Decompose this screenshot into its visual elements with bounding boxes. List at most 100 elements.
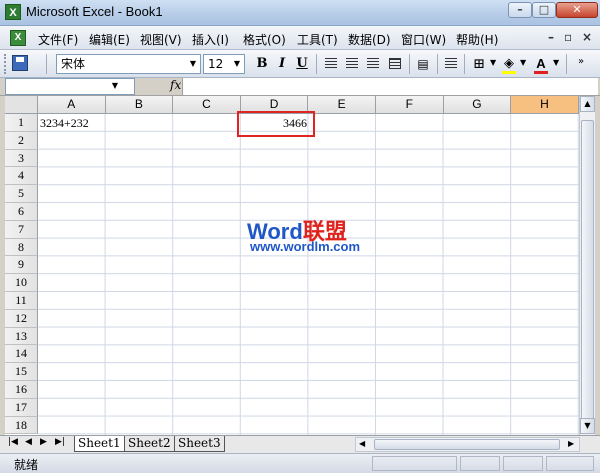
menu-format[interactable]: 格式(O) [243,31,286,48]
status-panel [546,456,594,471]
chevron-down-icon[interactable]: ▼ [230,55,244,73]
doc-minimize-button[interactable]: – [548,30,554,44]
toolbar-options-icon[interactable]: » [578,56,584,67]
column-header-f[interactable]: F [376,96,444,114]
row-header-18[interactable]: 18 [5,416,38,435]
borders-icon[interactable]: ⊞ [470,55,488,73]
horizontal-scroll-thumb[interactable] [374,439,560,450]
menu-edit[interactable]: 编辑(E) [89,31,130,48]
sheet-tab-bar: |◀ ◀ ▶ ▶| Sheet1 Sheet2 Sheet3 ◀ ▶ [0,435,600,453]
column-header-e[interactable]: E [308,96,376,114]
doc-restore-button[interactable]: ▫ [564,30,572,44]
chevron-down-icon[interactable]: ▼ [112,81,118,90]
vertical-scrollbar[interactable]: ▲ ▼ [579,96,595,435]
row-header-7[interactable]: 7 [5,220,38,239]
tab-sheet1[interactable]: Sheet1 [74,436,125,452]
row-header-15[interactable]: 15 [5,363,38,381]
font-size-select[interactable]: 12 ▼ [203,54,245,74]
menu-bar: X 文件(F) 编辑(E) 视图(V) 插入(I) 格式(O) 工具(T) 数据… [0,26,600,50]
close-button[interactable]: ✕ [556,2,598,18]
row-header-14[interactable]: 14 [5,345,38,364]
chevron-down-icon[interactable]: ▼ [186,55,200,73]
font-size-value: 12 [208,57,224,71]
save-icon[interactable] [12,55,28,71]
menu-help[interactable]: 帮助(H) [456,31,498,48]
align-right-icon[interactable] [367,58,379,69]
scroll-up-icon[interactable]: ▲ [580,96,595,112]
toolbar-separator [566,54,567,74]
row-header-3[interactable]: 3 [5,149,38,168]
window-title: Microsoft Excel - Book1 [26,4,163,19]
status-text: 就绪 [14,458,39,472]
align-center-icon[interactable] [346,58,358,69]
toolbar-separator [46,54,47,74]
formula-input[interactable] [182,78,598,95]
menu-window[interactable]: 窗口(W) [401,31,446,48]
row-header-16[interactable]: 16 [5,381,38,399]
minimize-button[interactable]: – [508,2,532,18]
row-header-12[interactable]: 12 [5,309,38,328]
toolbar-grip[interactable] [4,54,10,74]
next-sheet-icon[interactable]: ▶ [40,437,47,447]
column-header-a[interactable]: A [38,96,106,114]
worksheet-grid[interactable]: ABCDEFGH 1 2 3 4 5 6 7 8 9 10 11 12 13 14 15 16 17 18 323… [5,96,579,435]
underline-button[interactable]: U [293,55,311,73]
excel-icon[interactable]: X [5,4,21,20]
row-header-2[interactable]: 2 [5,131,38,150]
row-header-8[interactable]: 8 [5,238,38,257]
scroll-left-icon[interactable]: ◀ [359,439,365,448]
name-box[interactable]: ▼ [5,78,135,95]
fill-color-swatch [502,71,516,74]
column-header-g[interactable]: G [443,96,512,114]
formatting-toolbar: 宋体 ▼ 12 ▼ B I U ▤ ⊞ ▼ ◈ ▼ A ▼ » [0,50,600,78]
column-header-b[interactable]: B [105,96,174,114]
merge-center-icon[interactable] [389,58,401,69]
restore-button[interactable]: □ [532,2,556,18]
indent-icon[interactable] [445,58,457,69]
chevron-down-icon[interactable]: ▼ [520,58,526,67]
tab-sheet2[interactable]: Sheet2 [124,436,175,452]
menu-file[interactable]: 文件(F) [38,31,78,48]
workbook-icon[interactable]: X [10,30,26,46]
cell-gridlines[interactable] [38,114,579,435]
scroll-down-icon[interactable]: ▼ [580,418,595,434]
font-name-select[interactable]: 宋体 ▼ [56,54,201,74]
column-header-h[interactable]: H [511,96,579,114]
menu-data[interactable]: 数据(D) [348,31,391,48]
row-header-6[interactable]: 6 [5,203,38,221]
last-sheet-icon[interactable]: ▶| [55,437,65,447]
chevron-down-icon[interactable]: ▼ [553,58,559,67]
horizontal-scrollbar[interactable]: ◀ ▶ [355,437,580,452]
chevron-down-icon[interactable]: ▼ [490,58,496,67]
doc-close-button[interactable]: × [582,30,592,44]
row-header-5[interactable]: 5 [5,185,38,203]
align-left-icon[interactable] [325,58,337,69]
select-all-corner[interactable] [5,96,38,114]
vertical-scroll-thumb[interactable] [581,120,594,420]
font-name-value: 宋体 [61,57,86,71]
row-header-11[interactable]: 11 [5,292,38,310]
italic-button[interactable]: I [273,55,291,73]
bold-button[interactable]: B [253,55,271,73]
menu-view[interactable]: 视图(V) [140,31,182,48]
scroll-right-icon[interactable]: ▶ [568,439,574,448]
formula-bar: ▼ fx [0,78,600,96]
column-header-c[interactable]: C [173,96,241,114]
cell-a1[interactable]: 3234+232 [40,115,89,132]
row-header-9[interactable]: 9 [5,256,38,275]
menu-tools[interactable]: 工具(T) [297,31,338,48]
row-header-17[interactable]: 17 [5,398,38,417]
currency-icon[interactable]: ▤ [414,55,432,73]
toolbar-separator [316,54,317,74]
first-sheet-icon[interactable]: |◀ [8,437,18,447]
fx-icon[interactable]: fx [170,78,181,92]
tab-sheet3[interactable]: Sheet3 [174,436,225,452]
status-panel [503,456,543,471]
row-header-4[interactable]: 4 [5,167,38,186]
prev-sheet-icon[interactable]: ◀ [25,437,32,447]
menu-insert[interactable]: 插入(I) [192,31,229,48]
row-header-1[interactable]: 1 [5,114,38,132]
status-bar: 就绪 [0,453,600,473]
row-header-10[interactable]: 10 [5,274,38,292]
row-header-13[interactable]: 13 [5,327,38,346]
